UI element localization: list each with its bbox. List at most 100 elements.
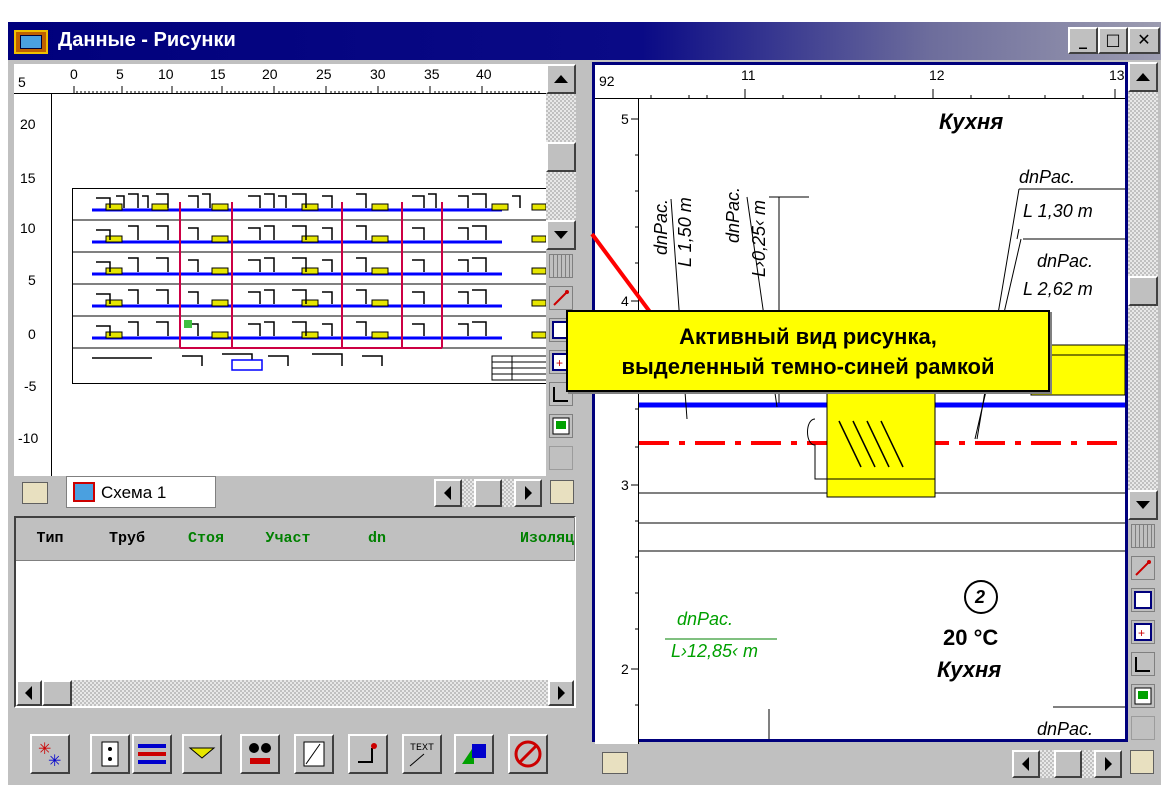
- left-drawing-view[interactable]: 5 0 5 10 15 20 25 30 35 40 20 15 10 5 0 …: [14, 64, 555, 476]
- svg-text:+: +: [1138, 626, 1145, 640]
- ruler-label: -5: [24, 378, 37, 394]
- scroll-right-button[interactable]: [514, 479, 542, 507]
- right-drawing-view[interactable]: 92 11 12 13 5 4 3 2 Кухня dnPac. L 1,30 …: [592, 62, 1128, 745]
- tab-label: Схема 1: [101, 483, 167, 502]
- app-icon[interactable]: [14, 30, 48, 54]
- column-header[interactable]: Участ: [242, 518, 335, 561]
- label-length: L›0,25‹ m: [749, 199, 769, 277]
- layout-icon[interactable]: [550, 480, 574, 504]
- ruler-label: 0: [70, 66, 78, 82]
- ruler-label: -10: [18, 430, 39, 446]
- green-screen-icon[interactable]: [1131, 684, 1155, 708]
- riser-icon[interactable]: [90, 734, 130, 774]
- grid-icon[interactable]: [549, 254, 573, 278]
- dimension-icon[interactable]: [1131, 652, 1155, 676]
- ruler-ticks: [73, 86, 540, 94]
- label-length: L 2,62 m: [1023, 279, 1093, 299]
- column-header[interactable]: Изоляц: [420, 518, 575, 561]
- arrow-down-icon: [554, 231, 568, 239]
- ruler-label: 30: [370, 66, 386, 82]
- scroll-thumb[interactable]: [42, 680, 72, 706]
- connection-icon[interactable]: [348, 734, 388, 774]
- right-ruler-top: 92 11 12 13: [595, 65, 1125, 99]
- bottom-toolbar: ✳ ✳ TEXT: [14, 710, 576, 782]
- label-dnpac: dnPac.: [723, 186, 743, 243]
- arrow-left-icon: [444, 486, 451, 500]
- arrow-right-icon: [525, 486, 532, 500]
- zoom-pick-icon[interactable]: [1131, 556, 1155, 580]
- ruler-label: 5: [116, 66, 124, 82]
- scroll-thumb[interactable]: [546, 142, 576, 172]
- right-ruler-side: 5 4 3 2: [595, 99, 639, 745]
- disabled-list-icon: [1131, 716, 1155, 740]
- scroll-left-button[interactable]: [434, 479, 462, 507]
- left-vertical-scrollbar[interactable]: [546, 64, 576, 250]
- right-horizontal-scrollbar[interactable]: [1012, 750, 1122, 778]
- door-icon[interactable]: [294, 734, 334, 774]
- scroll-left-button[interactable]: [16, 680, 42, 706]
- layout-icon[interactable]: [1130, 750, 1154, 774]
- svg-text:✳: ✳: [48, 751, 61, 770]
- grid-icon[interactable]: [1131, 524, 1155, 548]
- arrow-right-icon: [1105, 757, 1112, 771]
- scroll-down-button[interactable]: [1128, 490, 1158, 520]
- ruler-label: 25: [316, 66, 332, 82]
- arrow-right-icon: [558, 686, 565, 700]
- scroll-thumb[interactable]: [1128, 276, 1158, 306]
- frame-view-icon[interactable]: [1131, 588, 1155, 612]
- right-side-toolbar: +: [1128, 520, 1158, 746]
- column-header[interactable]: Стоя: [170, 518, 243, 561]
- text-icon[interactable]: TEXT: [402, 734, 442, 774]
- symbols-icon[interactable]: ✳ ✳: [30, 734, 70, 774]
- column-header[interactable]: dn: [334, 518, 421, 561]
- data-grid[interactable]: Тип Труб Стоя Участ dn Изоляц: [14, 516, 576, 708]
- model-space-icon[interactable]: [602, 752, 628, 774]
- green-screen-icon[interactable]: [549, 414, 573, 438]
- scroll-right-button[interactable]: [548, 680, 574, 706]
- ruler-label: 10: [158, 66, 174, 82]
- disabled-list-icon: [549, 446, 573, 470]
- zoom-pick-icon[interactable]: [549, 286, 573, 310]
- right-vertical-scrollbar[interactable]: [1128, 62, 1158, 520]
- room-name-bottom: Кухня: [937, 657, 1002, 682]
- label-dnpac: dnPac.: [1019, 167, 1076, 187]
- scroll-up-button[interactable]: [546, 64, 576, 94]
- scroll-thumb[interactable]: [1054, 750, 1082, 778]
- arrow-down-icon: [1136, 501, 1150, 509]
- ruler-ticks: [650, 89, 1116, 99]
- right-bottom-strip: [592, 744, 1158, 782]
- valves-icon[interactable]: [240, 734, 280, 774]
- schematic-thumbnail[interactable]: [72, 188, 556, 384]
- maximize-button[interactable]: □: [1098, 27, 1128, 54]
- scroll-up-button[interactable]: [1128, 62, 1158, 92]
- arrow-up-icon: [554, 75, 568, 83]
- grid-horizontal-scrollbar[interactable]: [16, 680, 574, 706]
- window-title: Данные - Рисунки: [58, 29, 236, 51]
- scroll-left-button[interactable]: [1012, 750, 1040, 778]
- minimize-button[interactable]: _: [1068, 27, 1098, 54]
- svg-text:TEXT: TEXT: [410, 743, 434, 754]
- scroll-down-button[interactable]: [546, 220, 576, 250]
- radiator-icon[interactable]: [182, 734, 222, 774]
- left-horizontal-scrollbar[interactable]: [434, 479, 542, 507]
- column-header[interactable]: Труб: [84, 518, 171, 561]
- add-view-icon[interactable]: +: [1131, 620, 1155, 644]
- room-number: 2: [975, 587, 986, 607]
- close-button[interactable]: ✕: [1128, 27, 1160, 54]
- scroll-right-button[interactable]: [1094, 750, 1122, 778]
- left-ruler-top: 5 0 5 10 15 20 25 30 35 40: [14, 64, 546, 94]
- delete-icon[interactable]: [508, 734, 548, 774]
- model-space-icon[interactable]: [22, 482, 48, 504]
- scroll-thumb[interactable]: [474, 479, 502, 507]
- svg-text:+: +: [556, 356, 563, 370]
- arrow-up-icon: [1136, 73, 1150, 81]
- ruler-label: 40: [476, 66, 492, 82]
- pipes-icon[interactable]: [132, 734, 172, 774]
- shapes-icon[interactable]: [454, 734, 494, 774]
- column-header[interactable]: Тип: [16, 518, 85, 561]
- label-length-green: L›12,85‹ m: [671, 641, 759, 661]
- arrow-left-icon: [25, 686, 32, 700]
- label-dnpac: dnPac.: [1037, 719, 1094, 739]
- ruler-label: 20: [20, 116, 36, 132]
- tab-scheme-1[interactable]: Схема 1: [66, 476, 216, 508]
